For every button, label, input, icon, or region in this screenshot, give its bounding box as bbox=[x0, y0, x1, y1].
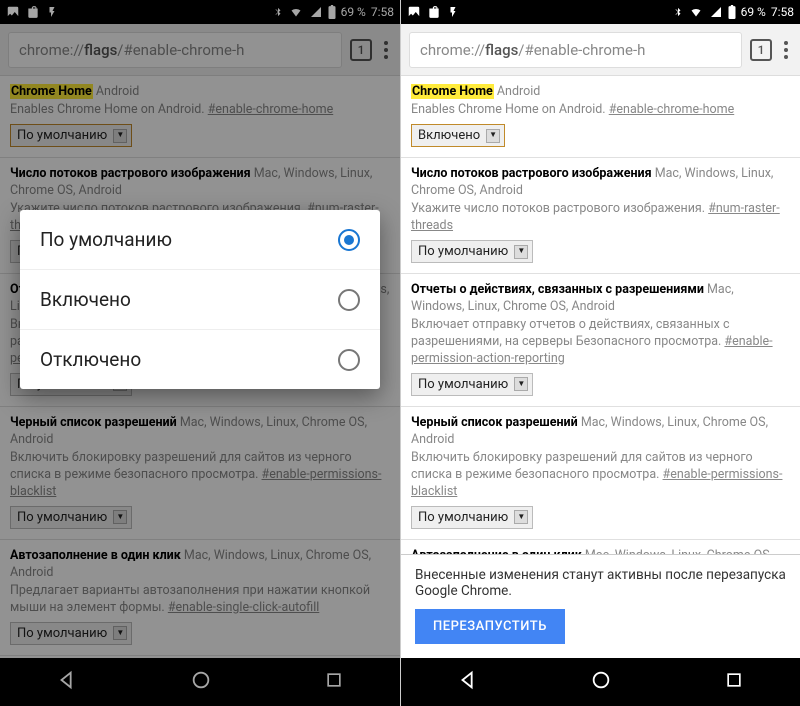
flag-desc: Включить блокировку разрешений для сайто… bbox=[411, 450, 790, 501]
flag-title: Число потоков растрового изображения bbox=[411, 166, 652, 181]
nav-home-icon[interactable] bbox=[590, 669, 612, 695]
flag-select[interactable]: Включено ▼ bbox=[411, 124, 505, 148]
restart-banner: Внесенные изменения станут активны после… bbox=[401, 554, 800, 658]
chevron-down-icon: ▼ bbox=[514, 510, 528, 524]
nav-back-icon[interactable] bbox=[457, 669, 479, 695]
statusbar: 69 % 7:58 bbox=[401, 0, 800, 24]
flag-select[interactable]: По умолчанию ▼ bbox=[411, 240, 533, 264]
flags-list-right: Chrome Home Android Enables Chrome Home o… bbox=[401, 76, 800, 566]
flag-link[interactable]: #enable-permissions-blacklist bbox=[411, 467, 782, 499]
chevron-down-icon: ▼ bbox=[514, 377, 528, 391]
battery-pct: 69 % bbox=[741, 5, 766, 19]
flag-link[interactable]: #enable-chrome-home bbox=[609, 102, 735, 117]
flag-item: Черный список разрешений Mac, Windows, L… bbox=[401, 407, 800, 540]
flag-desc: Укажите число потоков растрового изображ… bbox=[411, 201, 790, 235]
flag-select[interactable]: По умолчанию ▼ bbox=[411, 373, 533, 397]
option-label: По умолчанию bbox=[40, 228, 172, 251]
dialog-option[interactable]: Отключено bbox=[20, 330, 380, 389]
bolt-icon bbox=[447, 5, 459, 19]
clock: 7:58 bbox=[771, 5, 794, 19]
flag-select-value: По умолчанию bbox=[418, 243, 508, 261]
url-bar[interactable]: chrome://flags/#enable-chrome-h bbox=[409, 32, 742, 68]
chevron-down-icon: ▼ bbox=[514, 245, 528, 259]
radio-icon bbox=[338, 349, 360, 371]
flag-select[interactable]: По умолчанию ▼ bbox=[411, 506, 533, 530]
flag-item: Chrome Home Android Enables Chrome Home o… bbox=[401, 76, 800, 158]
flag-title: Черный список разрешений bbox=[411, 415, 578, 430]
flag-title: Отчеты о действиях, связанных с разрешен… bbox=[411, 282, 704, 297]
nav-recent-icon[interactable] bbox=[724, 670, 744, 694]
toolbar: chrome://flags/#enable-chrome-h 1 bbox=[401, 24, 800, 76]
phone-left: 69 % 7:58 chrome://flags/#enable-chrome-… bbox=[0, 0, 400, 706]
flag-item: Число потоков растрового изображения Mac… bbox=[401, 158, 800, 274]
option-label: Отключено bbox=[40, 348, 141, 371]
radio-icon bbox=[338, 289, 360, 311]
dialog-option[interactable]: По умолчанию bbox=[20, 210, 380, 270]
signal-icon bbox=[709, 6, 723, 18]
flag-link[interactable]: #num-raster-threads bbox=[411, 201, 780, 233]
flag-item: Отчеты о действиях, связанных с разрешен… bbox=[401, 274, 800, 407]
wifi-icon bbox=[688, 6, 704, 18]
dialog-option[interactable]: Включено bbox=[20, 270, 380, 330]
banner-text: Внесенные изменения станут активны после… bbox=[415, 567, 786, 599]
shop-icon bbox=[427, 5, 441, 19]
flag-platforms: Android bbox=[497, 84, 540, 99]
option-label: Включено bbox=[40, 288, 131, 311]
tab-switcher[interactable]: 1 bbox=[750, 39, 772, 61]
battery-icon bbox=[728, 5, 736, 19]
restart-button[interactable]: ПЕРЕЗАПУСТИТЬ bbox=[415, 609, 565, 644]
flag-link[interactable]: #enable-permission-action-reporting bbox=[411, 334, 773, 366]
bluetooth-icon bbox=[673, 5, 683, 19]
menu-icon[interactable] bbox=[780, 37, 792, 63]
chevron-down-icon: ▼ bbox=[486, 129, 500, 143]
flag-select-value: По умолчанию bbox=[418, 509, 508, 527]
select-dialog: По умолчанию Включено Отключено bbox=[20, 210, 380, 389]
flag-select-value: По умолчанию bbox=[418, 376, 508, 394]
navbar bbox=[401, 658, 800, 706]
flag-desc: Enables Chrome Home on Android. #enable-… bbox=[411, 102, 790, 119]
image-icon bbox=[407, 5, 421, 19]
radio-icon bbox=[338, 229, 360, 251]
flag-desc: Включает отправку отчетов о действиях, с… bbox=[411, 317, 790, 368]
flag-select-value: Включено bbox=[418, 127, 480, 145]
phone-right: 69 % 7:58 chrome://flags/#enable-chrome-… bbox=[400, 0, 800, 706]
flag-title: Chrome Home bbox=[411, 84, 494, 99]
